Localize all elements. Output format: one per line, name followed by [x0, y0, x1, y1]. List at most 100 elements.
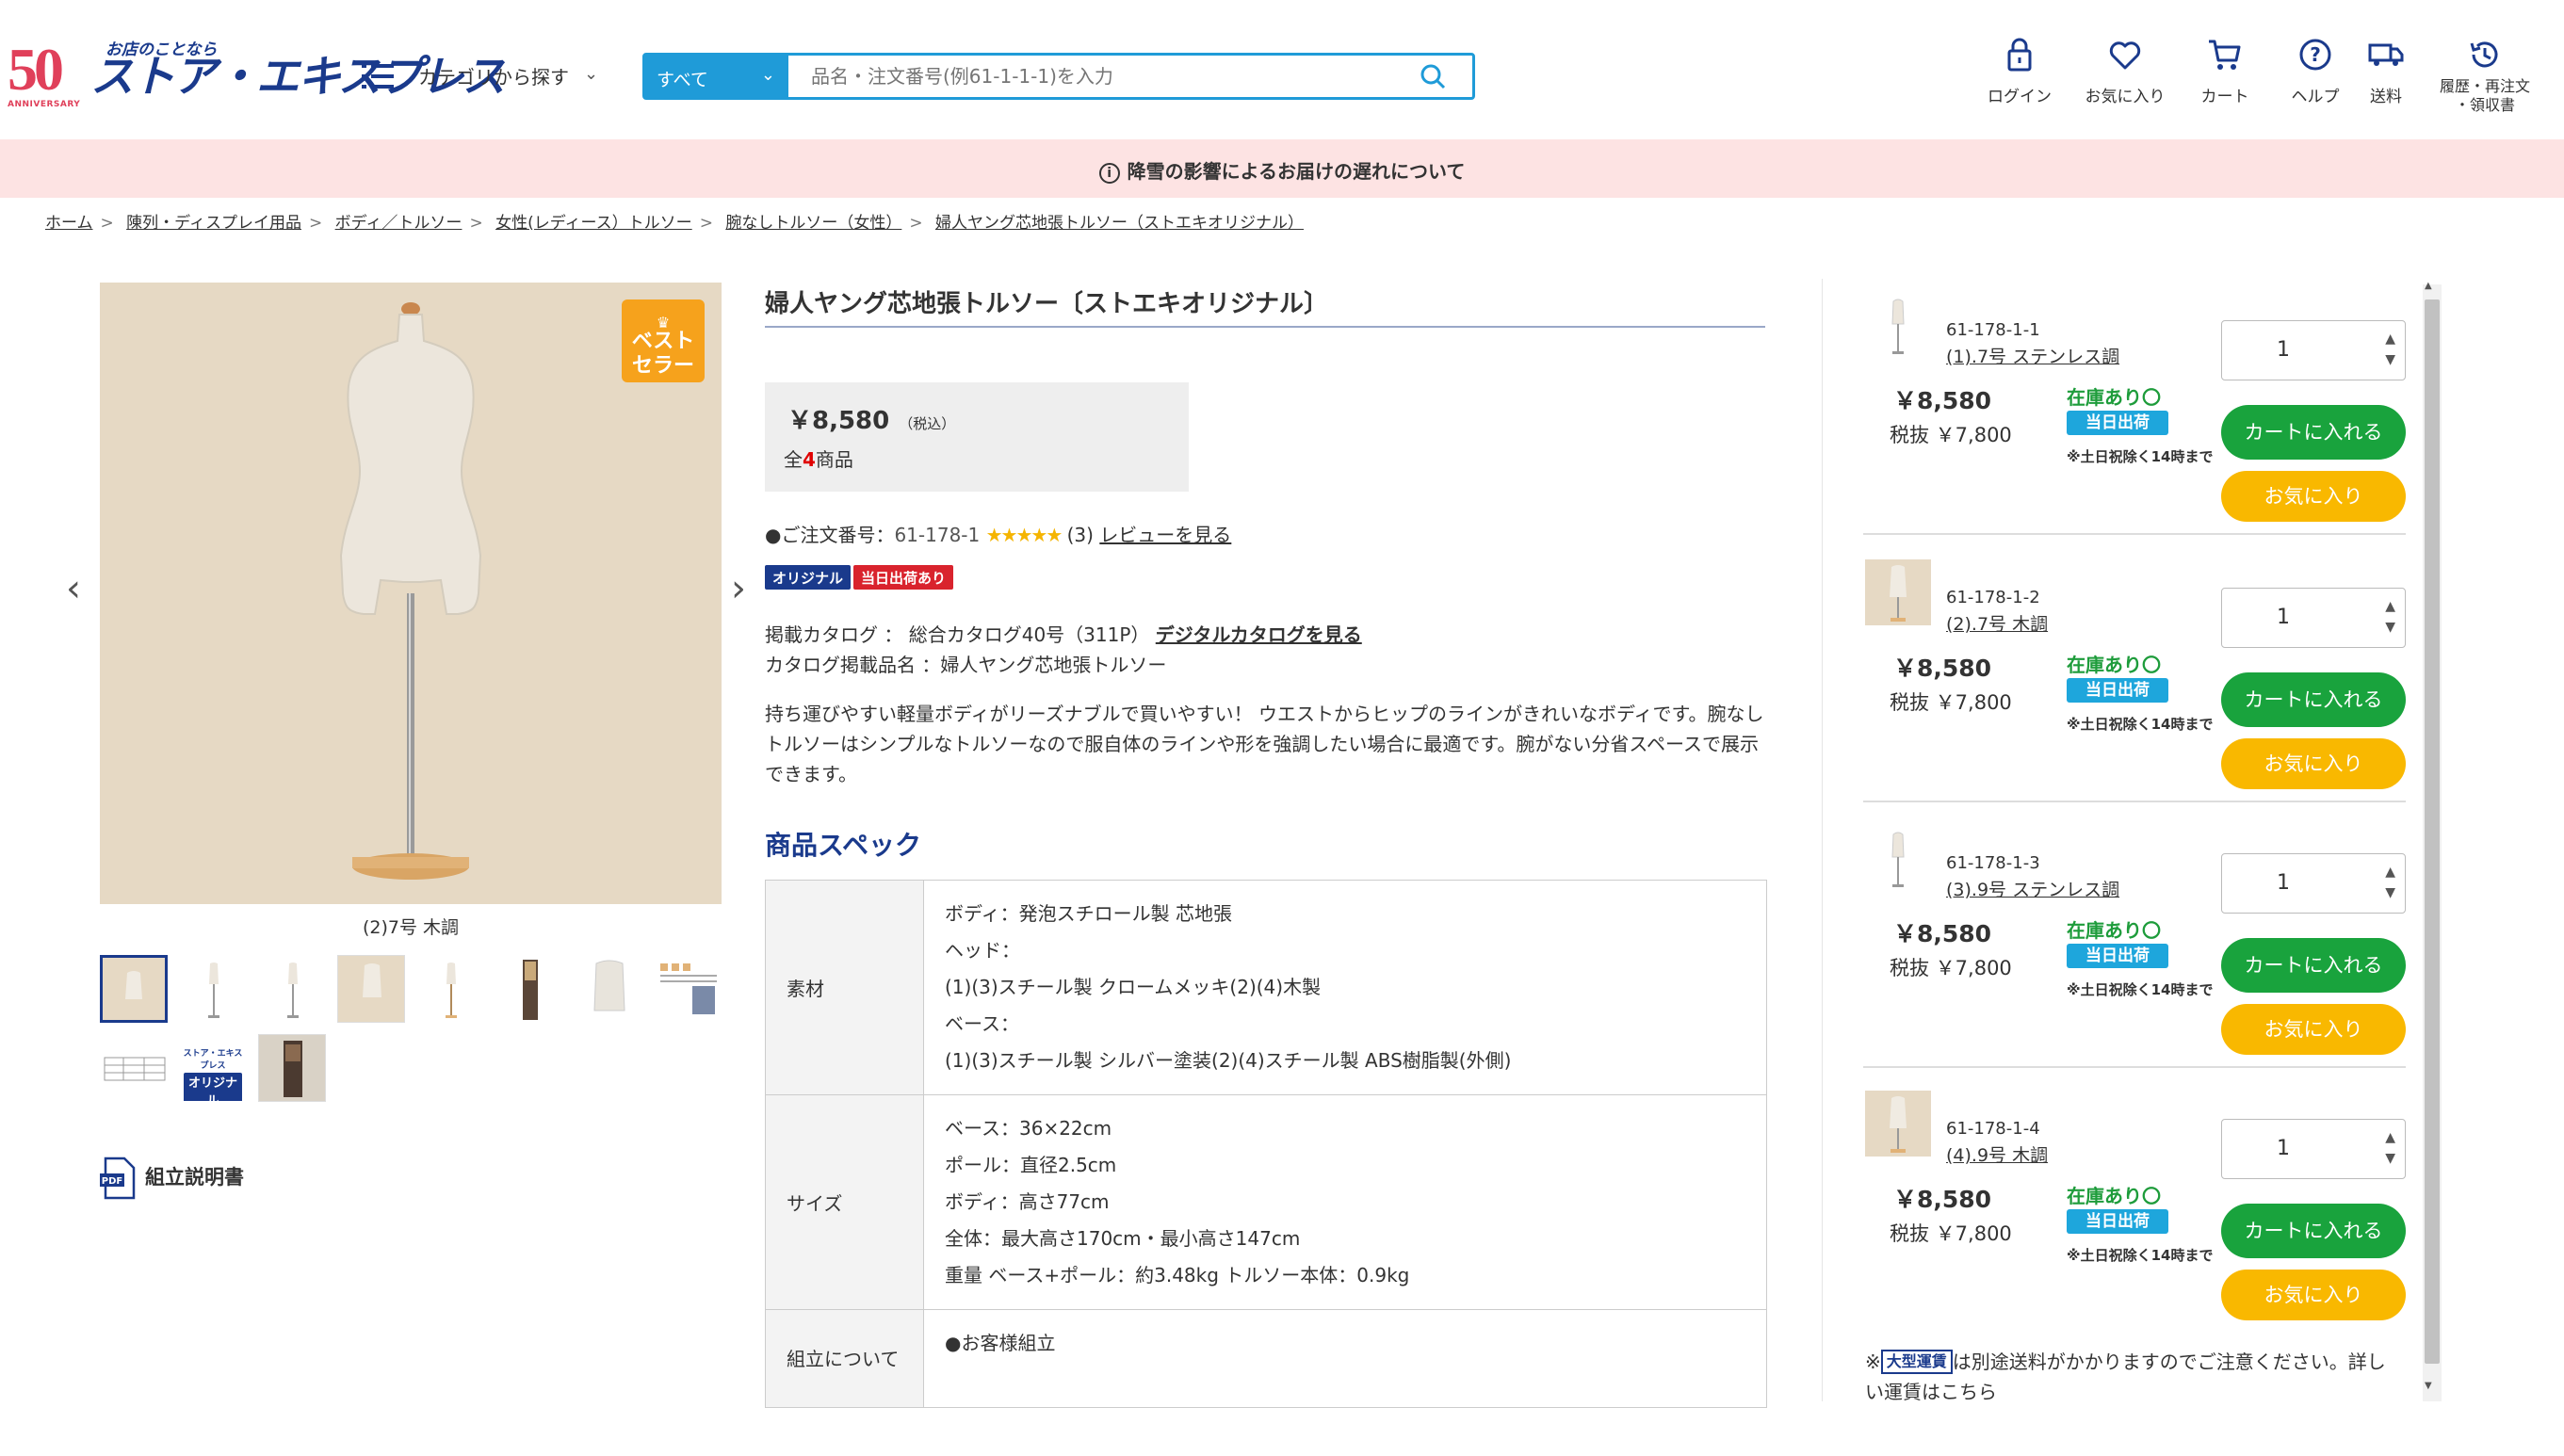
spec-key: サイズ [765, 1094, 924, 1310]
crown-icon: ♛ [656, 314, 671, 332]
chevron-down-icon[interactable]: ⌄ [584, 64, 598, 84]
spinner-arrows-icon[interactable]: ▲ ▼ [2385, 1127, 2395, 1169]
variant-name-link[interactable]: (3).9号 ステンレス調 [1946, 876, 2119, 901]
title-divider [765, 326, 1765, 328]
same-day-badge: 当日出荷 [2067, 1209, 2168, 1234]
tag-same-day: 当日出荷あり [853, 565, 954, 590]
badge-text-2: セラー [631, 354, 694, 378]
thumbnail[interactable] [100, 1034, 168, 1102]
thumbnail[interactable] [654, 955, 722, 1023]
item-count: 全4商品 [784, 445, 853, 472]
help-button[interactable]: ? ヘルプ [2278, 36, 2353, 106]
thumbnail-original[interactable]: ストア・エキスプレス オリジナル [179, 1034, 247, 1102]
quantity-stepper[interactable]: 1 ▲ ▼ [2221, 588, 2406, 648]
add-to-favorites-button[interactable]: お気に入り [2221, 738, 2406, 789]
spec-line: (1)(3)スチール製 シルバー塗装(2)(4)スチール製 ABS樹脂製(外側) [945, 1049, 1512, 1072]
digital-catalog-link[interactable]: デジタルカタログを見る [1156, 623, 1362, 646]
add-to-favorites-button[interactable]: お気に入り [2221, 1270, 2406, 1320]
variant-image[interactable] [1865, 292, 1931, 358]
history-button[interactable]: 履歴・再注文 ・領収書 [2419, 36, 2551, 115]
quantity-value[interactable]: 1 [2222, 871, 2345, 895]
spec-line: ボディ：発泡スチロール製 芯地張 [945, 902, 1232, 925]
thumbnail[interactable] [575, 955, 642, 1023]
assembly-manual-link[interactable]: PDF 組立説明書 [100, 1157, 244, 1200]
thumbnail[interactable] [416, 955, 484, 1023]
svg-text:PDF: PDF [102, 1176, 122, 1187]
quantity-value[interactable]: 1 [2222, 1137, 2345, 1160]
spec-title: 商品スペック [765, 830, 922, 861]
next-image-arrow-icon[interactable]: › [731, 567, 746, 610]
spec-row: サイズ ベース：36×22cm ポール：直径2.5cm ボディ：高さ77cm 全… [765, 1094, 1767, 1310]
thumbnail[interactable] [179, 955, 247, 1023]
variant-name-link[interactable]: (2).7号 木調 [1946, 610, 2048, 636]
add-to-cart-button[interactable]: カートに入れる [2221, 1204, 2406, 1258]
favorites-button[interactable]: お気に入り [2078, 36, 2172, 106]
prev-image-arrow-icon[interactable]: ‹ [66, 567, 81, 610]
tag-original: オリジナル [765, 565, 852, 590]
search-scope-select[interactable]: すべて ⌄ [645, 56, 788, 97]
stock-status: 在庫あり〇 [2067, 919, 2161, 942]
history-icon [2470, 41, 2498, 68]
search-button[interactable] [1410, 59, 1457, 93]
breadcrumb-item[interactable]: ホーム [45, 214, 93, 233]
notice-link[interactable]: i 降雪の影響によるお届けの遅れについて [0, 156, 2564, 184]
info-icon: i [1098, 163, 1120, 184]
thumbnail[interactable] [100, 955, 168, 1023]
add-to-cart-button[interactable]: カートに入れる [2221, 672, 2406, 727]
variant-code: 61-178-1-4 [1946, 1119, 2040, 1139]
spec-line: ボディ：高さ77cm [945, 1190, 1110, 1213]
thumbnail[interactable] [258, 1034, 326, 1102]
category-menu-label[interactable]: カテゴリから探す [418, 62, 569, 89]
variant-name-link[interactable]: (1).7号 ステンレス調 [1946, 343, 2119, 368]
variant-image[interactable] [1865, 1091, 1931, 1157]
spinner-arrows-icon[interactable]: ▲ ▼ [2385, 596, 2395, 638]
scroll-up-icon[interactable]: ▲ [2425, 281, 2432, 291]
same-day-note: ※土日祝除く14時まで [2067, 448, 2214, 465]
product-description: 持ち運びやすい軽量ボディがリーズナブルで買いやすい！ ウエストからヒップのライン… [765, 703, 1764, 785]
breadcrumb-item[interactable]: 腕なしトルソー（女性） [725, 214, 901, 233]
add-to-cart-button[interactable]: カートに入れる [2221, 405, 2406, 460]
quantity-value[interactable]: 1 [2222, 606, 2345, 629]
quantity-stepper[interactable]: 1 ▲ ▼ [2221, 853, 2406, 914]
best-seller-badge: ♛ ベスト セラー [622, 299, 705, 382]
login-button[interactable]: ログイン [1978, 36, 2061, 106]
breadcrumb-item-current[interactable]: 婦人ヤング芯地張トルソー（ストエキオリジナル） [935, 214, 1304, 233]
anniversary-logo[interactable]: 50 ANNIVERSARY [8, 40, 83, 115]
hamburger-menu-icon[interactable] [362, 62, 394, 90]
add-to-favorites-button[interactable]: お気に入り [2221, 471, 2406, 522]
shipping-button[interactable]: 送料 [2353, 36, 2419, 106]
panel-scrollbar-thumb[interactable] [2425, 299, 2440, 1364]
variant-image[interactable] [1865, 825, 1931, 891]
breadcrumb-item[interactable]: 女性(レディース）トルソー [495, 214, 692, 233]
breadcrumb-item[interactable]: ボディ／トルソー [335, 214, 462, 233]
quantity-stepper[interactable]: 1 ▲ ▼ [2221, 1119, 2406, 1179]
add-to-cart-button[interactable]: カートに入れる [2221, 938, 2406, 993]
quantity-value[interactable]: 1 [2222, 338, 2345, 362]
size-table-thumb-image [104, 1057, 166, 1081]
spinner-arrows-icon[interactable]: ▲ ▼ [2385, 862, 2395, 903]
stock-status: 在庫あり〇 [2067, 654, 2161, 676]
quantity-stepper[interactable]: 1 ▲ ▼ [2221, 320, 2406, 380]
thumbnail[interactable] [337, 955, 405, 1023]
count-value: 4 [803, 448, 816, 471]
scroll-down-icon[interactable]: ▼ [2425, 1381, 2432, 1391]
spec-line: 重量 ベース+ポール：約3.48kg トルソー本体：0.9kg [945, 1264, 1410, 1286]
pdf-icon: PDF [100, 1157, 136, 1200]
thumbnail[interactable] [495, 955, 563, 1023]
spec-value: ベース：36×22cm ポール：直径2.5cm ボディ：高さ77cm 全体：最大… [923, 1094, 1767, 1310]
review-link[interactable]: レビューを見る [1099, 524, 1231, 546]
spinner-arrows-icon[interactable]: ▲ ▼ [2385, 329, 2395, 370]
thumbnail[interactable] [258, 955, 326, 1023]
catalog-label: 掲載カタログ ： 総合カタログ40号（311P） [765, 623, 1150, 646]
cart-button[interactable]: カート [2187, 36, 2263, 106]
truck-icon [2368, 43, 2404, 66]
variant-name-link[interactable]: (4).9号 木調 [1946, 1141, 2048, 1167]
search-input[interactable] [788, 56, 1401, 97]
add-to-favorites-button[interactable]: お気に入り [2221, 1004, 2406, 1055]
chevron-right-icon: > [100, 214, 114, 233]
variant-row: 61-178-1-2 (2).7号 木調 ￥8,580 税抜 ￥7,800 在庫… [1863, 550, 2406, 802]
login-label: ログイン [1988, 88, 2052, 106]
variant-image[interactable] [1865, 559, 1931, 625]
dressed-torso-thumb-image [523, 960, 538, 1020]
breadcrumb-item[interactable]: 陳列・ディスプレイ用品 [126, 214, 301, 233]
